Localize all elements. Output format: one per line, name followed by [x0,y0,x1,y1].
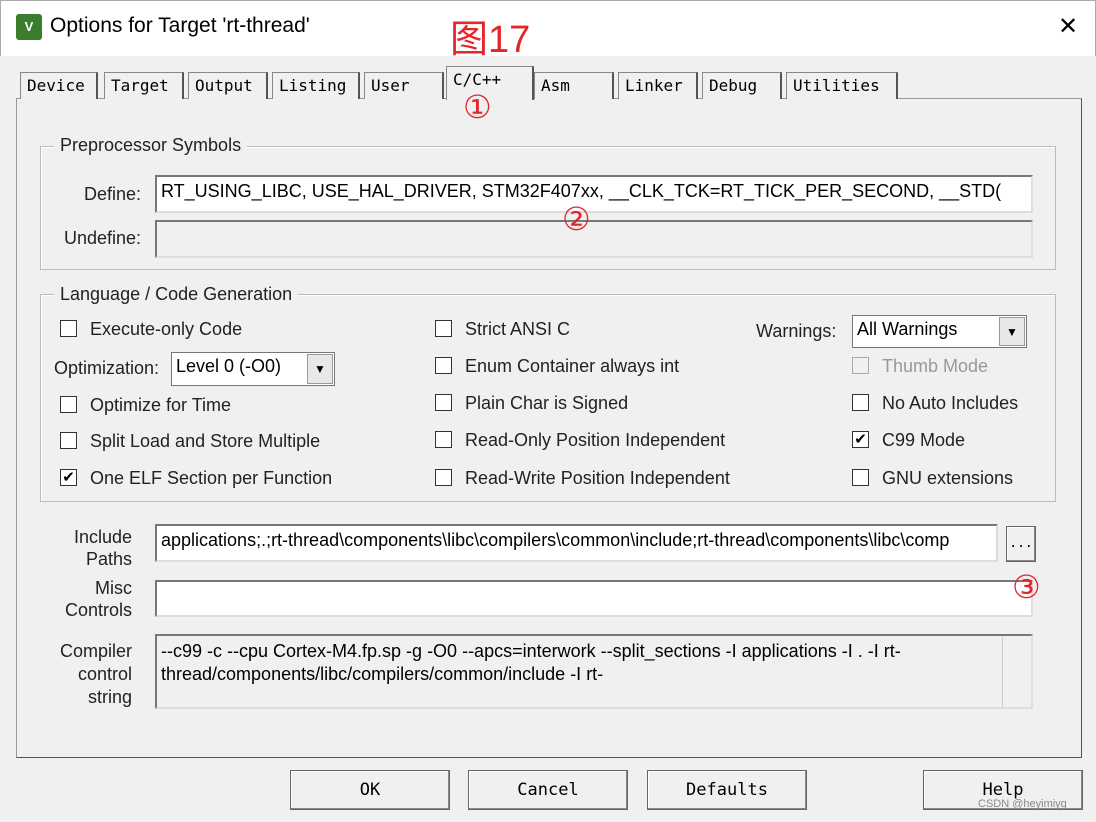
window-title: Options for Target 'rt-thread' [50,14,310,37]
language-title: Language / Code Generation [54,284,299,305]
optimize-time-checkbox[interactable] [60,396,77,413]
close-icon[interactable]: ✕ [1054,12,1082,41]
defaults-button[interactable]: Defaults [647,770,807,810]
thumb-mode-checkbox [852,357,869,374]
misc-label-line1: Misc [95,578,132,598]
define-input[interactable]: RT_USING_LIBC, USE_HAL_DRIVER, STM32F407… [155,175,1033,213]
tab-debug[interactable]: Debug [702,72,782,99]
gnu-label: GNU extensions [882,468,1014,488]
include-paths-input[interactable]: applications;.;rt-thread\components\libc… [155,524,998,562]
figure-annotation: 图17 [450,19,531,61]
include-paths-label: Include Paths [72,526,132,570]
ropi-label: Read-Only Position Independent [465,430,726,450]
plain-char-checkbox[interactable] [435,394,452,411]
undefine-input[interactable] [155,220,1033,258]
tab-device[interactable]: Device [20,72,98,99]
c99-label: C99 Mode [882,430,966,450]
tab-target[interactable]: Target [104,72,184,99]
compiler-label-line1: Compiler [59,641,132,661]
compiler-control-label: Compiler control string [52,640,132,709]
gnu-checkbox[interactable] [852,469,869,486]
optimization-select[interactable]: Level 0 (-O0) ▼ [171,352,335,386]
split-load-label: Split Load and Store Multiple [90,431,321,451]
split-load-checkbox[interactable] [60,432,77,449]
compiler-control-string: --c99 -c --cpu Cortex-M4.fp.sp -g -O0 --… [155,634,1033,709]
tab-linker[interactable]: Linker [618,72,698,99]
annotation-2: ② [562,201,591,237]
optimization-value: Level 0 (-O0) [176,356,282,376]
chevron-down-icon[interactable]: ▼ [307,354,333,384]
annotation-3: ③ [1012,569,1041,605]
scrollbar-track[interactable] [1002,637,1003,707]
annotation-1: ① [463,89,492,125]
compiler-label-line2: control [77,664,132,684]
browse-include-button[interactable]: ... [1006,526,1036,562]
misc-controls-label: Misc Controls [62,577,132,621]
ok-button[interactable]: OK [290,770,450,810]
strict-ansi-checkbox[interactable] [435,320,452,337]
compiler-label-line3: string [87,687,132,707]
warnings-label: Warnings: [756,321,837,341]
ropi-checkbox[interactable] [435,431,452,448]
enum-int-label: Enum Container always int [465,356,680,376]
tab-listing[interactable]: Listing [272,72,360,99]
enum-int-checkbox[interactable] [435,357,452,374]
define-label: Define: [84,184,142,204]
misc-controls-input[interactable] [155,580,1033,617]
execute-only-checkbox[interactable] [60,320,77,337]
cancel-button[interactable]: Cancel [468,770,628,810]
execute-only-label: Execute-only Code [90,319,243,339]
thumb-mode-label: Thumb Mode [882,356,989,376]
no-auto-includes-checkbox[interactable] [852,394,869,411]
tab-asm[interactable]: Asm [534,72,614,99]
warnings-value: All Warnings [857,319,958,339]
chevron-down-icon[interactable]: ▼ [999,317,1025,346]
keil-uvision-icon: V [16,14,42,40]
optimize-time-label: Optimize for Time [90,395,232,415]
plain-char-label: Plain Char is Signed [465,393,629,413]
one-elf-checkbox[interactable]: ✔ [60,469,77,486]
tab-utilities[interactable]: Utilities [786,72,898,99]
preprocessor-title: Preprocessor Symbols [54,135,248,156]
c99-checkbox[interactable]: ✔ [852,431,869,448]
tab-user[interactable]: User [364,72,444,99]
misc-label-line2: Controls [64,600,132,620]
optimization-label: Optimization: [54,358,160,378]
warnings-select[interactable]: All Warnings ▼ [852,315,1027,348]
undefine-label: Undefine: [64,228,142,248]
no-auto-includes-label: No Auto Includes [882,393,1019,413]
tab-output[interactable]: Output [188,72,268,99]
one-elf-label: One ELF Section per Function [90,468,333,488]
include-label-line1: Include [73,527,132,547]
watermark: CSDN @heyimiyg [978,798,1067,810]
strict-ansi-label: Strict ANSI C [465,319,571,339]
rwpi-checkbox[interactable] [435,469,452,486]
rwpi-label: Read-Write Position Independent [465,468,730,488]
include-label-line2: Paths [85,549,132,569]
